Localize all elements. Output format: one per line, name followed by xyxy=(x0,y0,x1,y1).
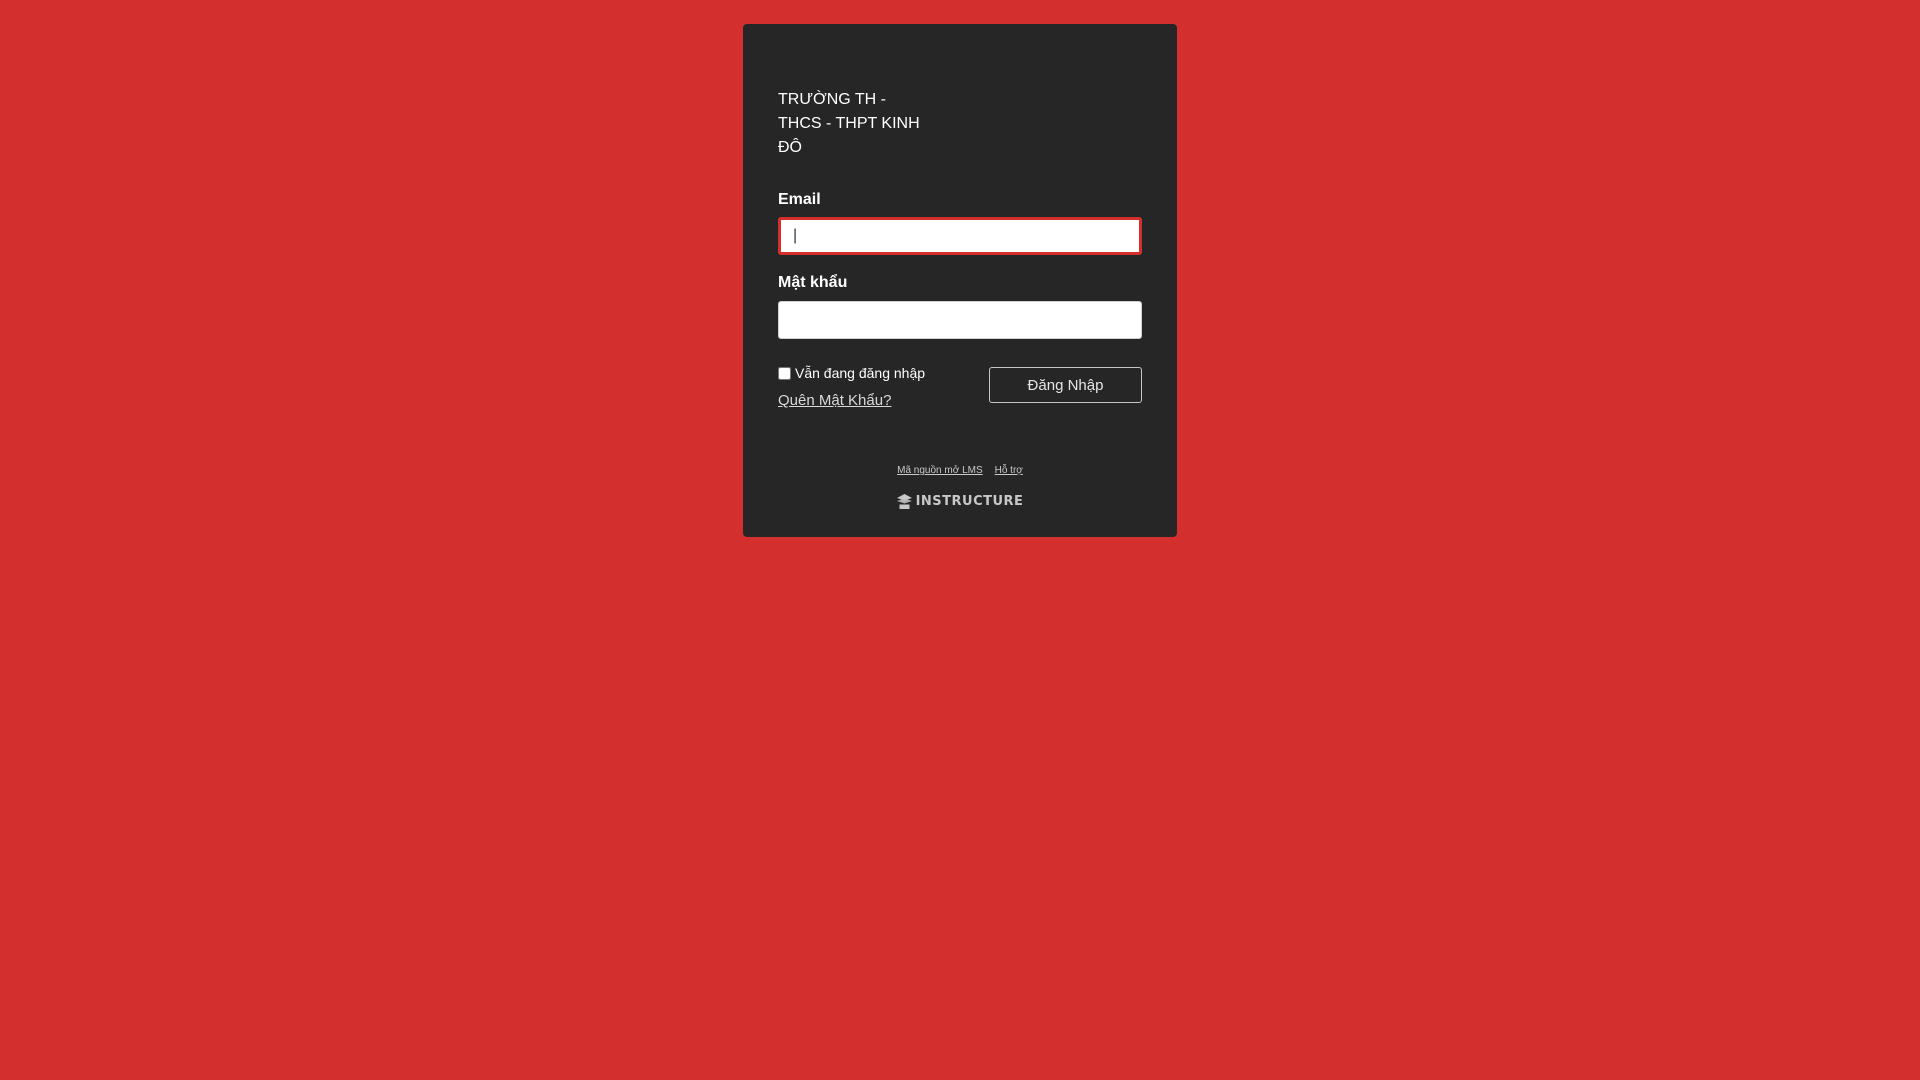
instructure-logo-icon xyxy=(896,494,912,509)
email-label: Email xyxy=(778,191,821,208)
open-source-lms-link[interactable]: Mã nguồn mở LMS xyxy=(897,465,982,476)
instructure-wordmark: INSTRUCTURE xyxy=(915,494,1024,509)
login-card: TRƯỜNG TH - THCS - THPT KINH ĐÔ Email Mậ… xyxy=(743,24,1177,537)
password-label: Mật khẩu xyxy=(778,274,848,291)
support-link[interactable]: Hỗ trợ xyxy=(995,465,1023,476)
instructure-brand[interactable]: INSTRUCTURE xyxy=(743,494,1177,509)
footer-links: Mã nguồn mở LMS Hỗ trợ xyxy=(743,465,1177,476)
forgot-password-link[interactable]: Quên Mật Khẩu? xyxy=(778,391,891,411)
remember-row: Vẫn đang đăng nhập xyxy=(778,364,925,382)
remember-label[interactable]: Vẫn đang đăng nhập xyxy=(795,364,925,382)
email-input[interactable] xyxy=(778,217,1142,255)
school-logo: TRƯỜNG TH - THCS - THPT KINH ĐÔ xyxy=(778,88,928,160)
logo-alt-text: TRƯỜNG TH - THCS - THPT KINH ĐÔ xyxy=(778,91,920,156)
remember-checkbox[interactable] xyxy=(778,366,791,380)
password-input[interactable] xyxy=(778,301,1142,339)
login-button[interactable]: Đăng Nhập xyxy=(989,367,1142,403)
